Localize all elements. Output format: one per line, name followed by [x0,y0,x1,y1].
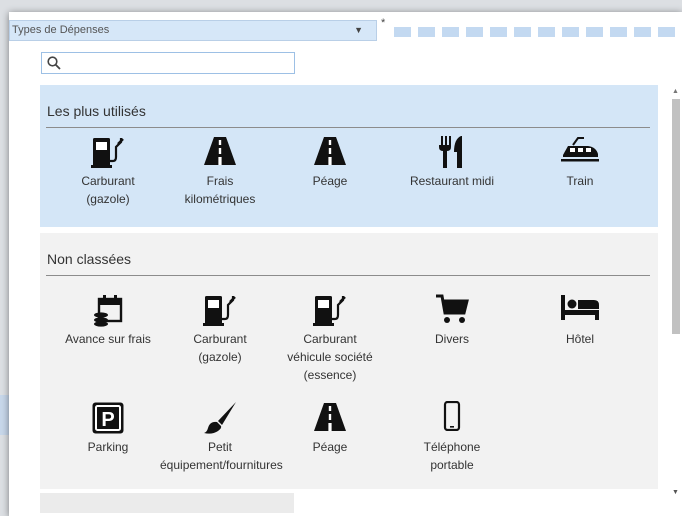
road-icon [314,403,346,431]
expense-type-tile[interactable]: Carburant véhicule société (essence) [270,293,390,384]
required-marker: * [381,17,386,29]
fuel-pump-icon [48,135,168,169]
expense-type-select[interactable]: Types de Dépenses ▼ [9,20,377,41]
favorites-section: Les plus utilisés Carburant (gazole) Frais… [40,85,658,227]
expense-type-label: Péage [312,174,348,188]
expense-type-label: Carburant (gazole) [193,332,247,364]
expense-type-label: Frais kilométriques [184,174,256,206]
calendar-coins-icon [48,293,168,327]
fuel-pump-icon [91,138,124,168]
train-icon [561,137,599,162]
expense-type-tile[interactable]: Carburant (gazole) [160,293,280,366]
scroll-down-icon[interactable]: ▼ [672,489,679,496]
paint-brush-icon [160,401,280,435]
utensils-icon [439,136,462,168]
expense-type-label: Hôtel [565,332,594,346]
road-icon [204,137,236,165]
search-box[interactable] [41,52,295,74]
expense-type-label: Divers [434,332,469,346]
caret-down-icon[interactable]: ▼ [354,21,363,40]
expense-type-tile[interactable]: Petit équipement/fournitures [160,401,283,474]
fuel-pump-icon [313,296,346,326]
road-icon [270,401,390,435]
paint-brush-icon [204,402,236,434]
expense-type-tile[interactable]: Péage [270,135,390,190]
section-divider [46,127,650,128]
fuel-pump-icon [203,296,236,326]
expense-type-list[interactable]: Les plus utilisés Carburant (gazole) Frais… [40,85,666,513]
expense-type-tile[interactable]: P Parking [48,401,168,456]
mobile-phone-icon [392,401,512,435]
expense-type-tile[interactable]: Hôtel [520,293,640,348]
expense-type-label: Péage [312,440,348,454]
bed-icon [520,293,640,327]
parking-icon: P [48,401,168,435]
bed-icon [561,295,599,320]
expense-type-select-label: Types de Dépenses [12,24,110,36]
train-icon [520,135,640,169]
shopping-cart-icon [436,294,469,323]
section-title: Non classées [47,251,132,267]
parking-icon: P [92,402,124,434]
expense-type-label: Carburant véhicule société (essence) [287,332,373,382]
road-icon [314,137,346,165]
unclassified-section: Non classées Avance sur frais Carburant (g… [40,233,658,489]
fuel-pump-icon [160,293,280,327]
expense-type-tile[interactable]: Train [520,135,640,190]
section-divider [46,275,650,276]
utensils-icon [392,135,512,169]
road-icon [160,135,280,169]
expense-type-label: Restaurant midi [409,174,495,188]
expense-type-tile[interactable]: Frais kilométriques [160,135,280,208]
expense-type-tile[interactable]: Restaurant midi [392,135,512,190]
section-title: Les plus utilisés [47,103,146,119]
placeholder-dashes [394,27,682,37]
road-icon [270,135,390,169]
expense-type-label: Parking [87,440,129,454]
search-icon [47,56,61,70]
next-section [40,493,294,513]
calendar-coins-icon [94,295,123,327]
svg-text:P: P [101,409,114,431]
expense-type-tile[interactable]: Péage [270,401,390,456]
expense-type-tile[interactable]: Carburant (gazole) [48,135,168,208]
scrollbar-thumb[interactable] [672,99,680,334]
expense-type-tile[interactable]: Divers [392,293,512,348]
shopping-cart-icon [392,293,512,327]
expense-type-dropdown-panel: Types de Dépenses ▼ * Les plus utilisés … [9,12,682,516]
expense-type-label: Avance sur frais [65,332,151,346]
fuel-pump-icon [270,293,390,327]
scroll-up-icon[interactable]: ▲ [672,88,679,95]
scrollbar[interactable]: ▲ ▼ [670,85,682,513]
expense-type-label: Petit équipement/fournitures [160,440,283,472]
expense-type-label: Carburant (gazole) [81,174,135,206]
expense-type-label: Téléphone portable [423,440,481,472]
mobile-phone-icon [443,401,461,431]
expense-type-tile[interactable]: Avance sur frais [48,293,168,348]
search-input[interactable] [64,54,294,74]
expense-type-tile[interactable]: Téléphone portable [392,401,512,474]
expense-type-label: Train [566,174,594,188]
